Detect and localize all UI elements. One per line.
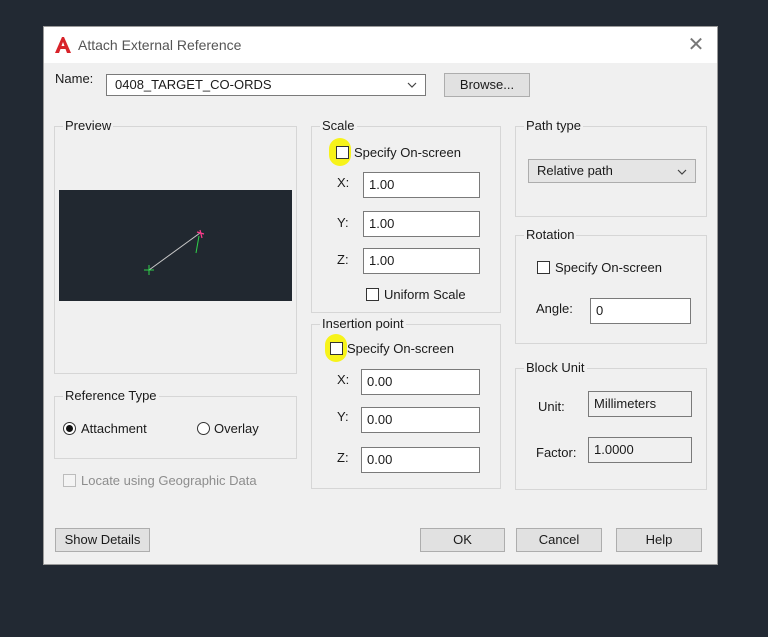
uniform-scale-checkbox[interactable] — [366, 288, 379, 301]
locate-geographic-label: Locate using Geographic Data — [81, 473, 257, 488]
rotation-specify-checkbox[interactable] — [537, 261, 550, 274]
title-bar: Attach External Reference ✕ — [44, 27, 717, 63]
rotation-group: Rotation — [515, 227, 707, 344]
name-dropdown-value: 0408_TARGET_CO-ORDS — [115, 77, 272, 92]
path-type-dropdown[interactable]: Relative path — [528, 159, 696, 183]
scale-x-label: X: — [337, 175, 350, 190]
scale-z-label: Z: — [337, 252, 349, 267]
preview-title: Preview — [63, 118, 114, 133]
locate-geographic-checkbox[interactable] — [63, 474, 76, 487]
block-unit-title: Block Unit — [524, 360, 587, 375]
unit-value: Millimeters — [588, 391, 692, 417]
overlay-label: Overlay — [214, 421, 259, 436]
insertion-x-label: X: — [337, 372, 350, 387]
insertion-x-input[interactable]: 0.00 — [361, 369, 480, 395]
insertion-specify-checkbox[interactable] — [330, 342, 343, 355]
scale-x-input[interactable]: 1.00 — [363, 172, 480, 198]
help-button[interactable]: Help — [616, 528, 702, 552]
scale-y-label: Y: — [337, 215, 349, 230]
scale-specify-label: Specify On-screen — [354, 145, 461, 160]
scale-title: Scale — [320, 118, 357, 133]
chevron-down-icon — [407, 82, 417, 88]
chevron-down-icon — [677, 169, 687, 175]
uniform-scale-label: Uniform Scale — [384, 287, 466, 302]
scale-z-input[interactable]: 1.00 — [363, 248, 480, 274]
scale-y-input[interactable]: 1.00 — [363, 211, 480, 237]
ok-button[interactable]: OK — [420, 528, 505, 552]
name-dropdown[interactable]: 0408_TARGET_CO-ORDS — [106, 74, 426, 96]
insertion-z-input[interactable]: 0.00 — [361, 447, 480, 473]
scale-specify-checkbox[interactable] — [336, 146, 349, 159]
insertion-y-label: Y: — [337, 409, 349, 424]
attach-xref-dialog: Attach External Reference ✕ Name: 0408_T… — [44, 27, 717, 564]
path-type-value: Relative path — [537, 163, 613, 178]
angle-input[interactable]: 0 — [590, 298, 691, 324]
factor-label: Factor: — [536, 445, 577, 460]
reference-type-title: Reference Type — [63, 388, 159, 403]
block-unit-group: Block Unit — [515, 360, 707, 490]
overlay-radio[interactable] — [197, 422, 210, 435]
cancel-button[interactable]: Cancel — [516, 528, 602, 552]
name-label: Name: — [55, 71, 94, 86]
factor-value: 1.0000 — [588, 437, 692, 463]
unit-label: Unit: — [538, 399, 565, 414]
browse-button[interactable]: Browse... — [444, 73, 530, 97]
insertion-specify-label: Specify On-screen — [347, 341, 454, 356]
insertion-point-title: Insertion point — [320, 316, 406, 331]
show-details-button[interactable]: Show Details — [55, 528, 150, 552]
autocad-logo-icon — [55, 37, 71, 53]
rotation-specify-label: Specify On-screen — [555, 260, 662, 275]
rotation-title: Rotation — [524, 227, 577, 242]
path-type-title: Path type — [524, 118, 583, 133]
insertion-y-input[interactable]: 0.00 — [361, 407, 480, 433]
preview-drawing — [144, 229, 205, 275]
angle-label: Angle: — [536, 301, 573, 316]
preview-canvas — [59, 190, 292, 301]
dialog-title: Attach External Reference — [78, 37, 242, 53]
insertion-z-label: Z: — [337, 450, 349, 465]
close-icon[interactable]: ✕ — [683, 33, 709, 57]
attachment-radio[interactable] — [63, 422, 76, 435]
attachment-label: Attachment — [81, 421, 147, 436]
